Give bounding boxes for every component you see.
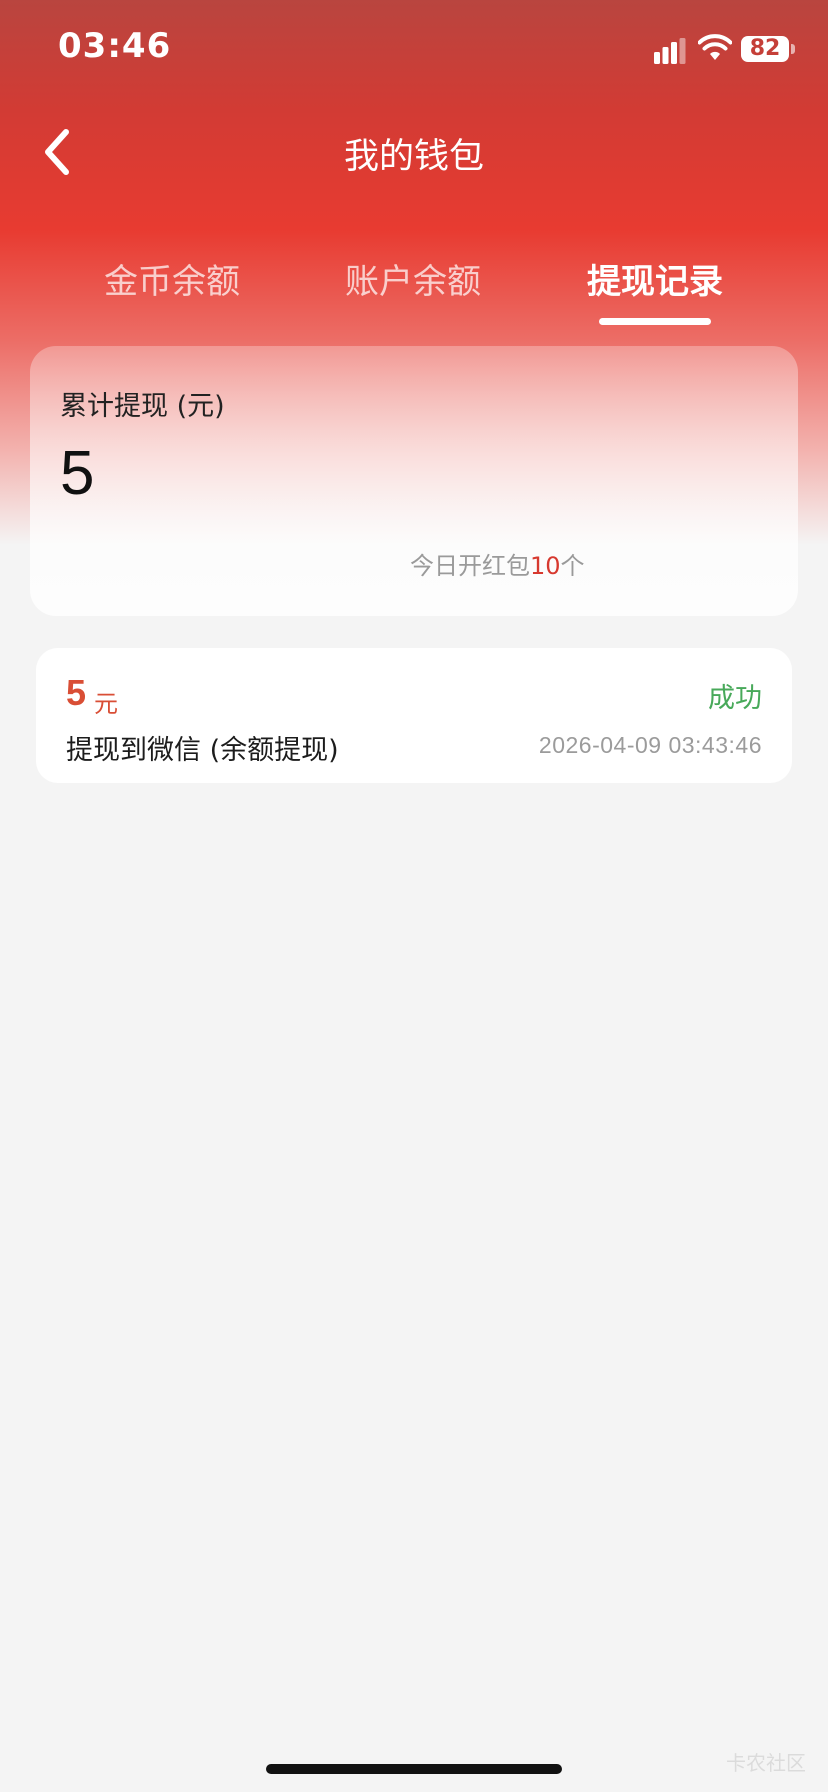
record-unit: 元	[94, 690, 118, 718]
total-withdrawal-label: 累计提现 (元)	[60, 391, 225, 422]
record-amount: 5	[66, 672, 87, 713]
wifi-icon	[698, 34, 732, 60]
battery-icon: 82	[741, 36, 789, 62]
record-description: 提现到微信 (余额提现)	[66, 735, 339, 766]
page-title: 我的钱包	[343, 137, 484, 177]
watermark: 卡农社区	[726, 1751, 806, 1775]
tab-withdrawal-records[interactable]: 提现记录	[545, 254, 765, 303]
status-time: 03:46	[58, 26, 172, 66]
today-suffix: 个	[560, 552, 585, 580]
tab-account-balance[interactable]: 账户余额	[303, 254, 523, 303]
home-indicator[interactable]	[266, 1764, 562, 1774]
battery-tip	[791, 44, 795, 54]
total-withdrawal-amount: 5	[60, 439, 95, 508]
tab-coin-balance[interactable]: 金币余额	[62, 254, 282, 303]
record-status: 成功	[708, 683, 762, 714]
today-count: 10	[530, 552, 561, 580]
active-tab-indicator	[599, 318, 711, 325]
withdrawal-summary-card: 累计提现 (元) 5 今日开红包10个	[30, 346, 798, 616]
record-time: 2026-04-09 03:43:46	[538, 732, 762, 758]
signal-icon	[654, 38, 686, 64]
today-red-packet-info: 今日开红包10个	[410, 546, 585, 581]
list-item[interactable]: 5 元 成功 提现到微信 (余额提现) 2026-04-09 03:43:46	[36, 648, 792, 783]
today-prefix: 今日开红包	[410, 552, 530, 580]
